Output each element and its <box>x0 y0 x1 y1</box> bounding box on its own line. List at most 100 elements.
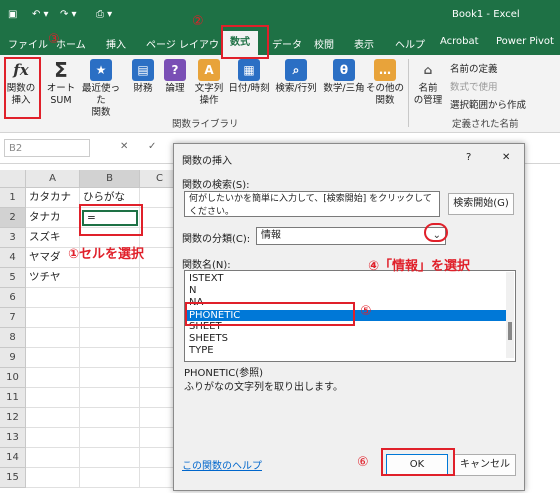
grid-cell[interactable] <box>26 308 80 328</box>
list-scrollbar[interactable] <box>506 272 514 358</box>
grid-cell[interactable] <box>26 468 80 488</box>
tab-power-pivot[interactable]: Power Pivot <box>496 36 554 47</box>
datetime-button[interactable]: ▦ 日付/時刻 <box>226 59 272 95</box>
grid-cell[interactable] <box>80 368 140 388</box>
row-header[interactable]: 3 <box>0 228 26 248</box>
grid-cell[interactable] <box>80 388 140 408</box>
row-header[interactable]: 14 <box>0 448 26 468</box>
grid-cell[interactable] <box>26 448 80 468</box>
grid-cell[interactable] <box>80 408 140 428</box>
row-header[interactable]: 2 <box>0 208 26 228</box>
row-header[interactable]: 15 <box>0 468 26 488</box>
search-input[interactable]: 何がしたいかを簡単に入力して、[検索開始] をクリックしてください。 <box>184 191 440 217</box>
grid-cell[interactable] <box>26 288 80 308</box>
tab-review[interactable]: 校閲 <box>314 36 334 51</box>
list-item[interactable]: ISTEXT <box>186 273 506 285</box>
annotation-6: ⑥ <box>357 455 369 470</box>
name-manager-button[interactable]: ⌂ 名前 の管理 <box>410 59 446 107</box>
grid-cell[interactable] <box>26 328 80 348</box>
tab-data[interactable]: データ <box>272 36 302 51</box>
sigma-icon: Σ <box>54 58 68 82</box>
row-header[interactable]: 9 <box>0 348 26 368</box>
tab-page-layout[interactable]: ページ レイアウト <box>146 36 229 51</box>
create-from-selection-button[interactable]: 選択範囲から作成 <box>450 97 526 111</box>
text-icon: A <box>198 59 220 81</box>
search-button[interactable]: 検索開始(G) <box>448 193 514 215</box>
text-functions-button[interactable]: A 文字列 操作 <box>192 59 226 107</box>
grid-cell[interactable] <box>80 328 140 348</box>
more-functions-button[interactable]: … その他の 関数 <box>366 59 404 107</box>
grid-cell[interactable] <box>26 368 80 388</box>
cell-a2[interactable]: タナカ <box>26 208 80 228</box>
grid-cell[interactable] <box>80 428 140 448</box>
tab-insert[interactable]: 挿入 <box>106 36 126 51</box>
grid-cell[interactable] <box>80 288 140 308</box>
grid-cell[interactable] <box>26 428 80 448</box>
category-select[interactable]: 情報 ⌄ <box>256 227 446 245</box>
math-button[interactable]: θ 数学/三角 <box>320 59 368 95</box>
column-header[interactable]: A <box>26 170 80 188</box>
grid-cell[interactable] <box>80 308 140 328</box>
financial-button[interactable]: ▤ 財務 <box>128 59 158 95</box>
annotation-2: ② <box>192 14 204 29</box>
question-icon: ? <box>164 59 186 81</box>
logical-button[interactable]: ? 論理 <box>162 59 188 95</box>
tab-view[interactable]: 表示 <box>354 36 374 51</box>
select-all-corner[interactable] <box>0 170 26 188</box>
tab-help[interactable]: ヘルプ <box>395 36 425 51</box>
help-link[interactable]: この関数のヘルプ <box>182 457 262 472</box>
row-header[interactable]: 6 <box>0 288 26 308</box>
row-header[interactable]: 5 <box>0 268 26 288</box>
close-icon[interactable]: ✕ <box>502 152 510 163</box>
recent-functions-button[interactable]: ★ 最近使った 関数 <box>78 59 124 119</box>
datetime-label: 日付/時刻 <box>228 83 270 94</box>
tab-file[interactable]: ファイル <box>8 36 48 51</box>
row-header[interactable]: 7 <box>0 308 26 328</box>
row-header[interactable]: 12 <box>0 408 26 428</box>
autosum-button[interactable]: Σ オート SUM <box>44 59 78 107</box>
tab-home[interactable]: ホーム <box>56 36 86 51</box>
annotation-box-insert-function <box>4 57 41 119</box>
cancel-icon[interactable]: ✕ <box>120 141 128 152</box>
annotation-5: ⑤ <box>360 304 372 319</box>
save-icon[interactable]: ▣ <box>8 9 17 20</box>
annotation-box-ok <box>381 448 455 476</box>
row-header[interactable]: 4 <box>0 248 26 268</box>
use-in-formula-button[interactable]: 数式で使用 <box>450 79 498 93</box>
define-name-button[interactable]: 名前の定義 <box>450 61 498 75</box>
row-header[interactable]: 8 <box>0 328 26 348</box>
grid-cell[interactable] <box>26 388 80 408</box>
lookup-button[interactable]: ⌕ 検索/行列 <box>272 59 320 95</box>
name-box[interactable]: B2 <box>4 139 90 157</box>
row-header[interactable]: 13 <box>0 428 26 448</box>
magnifier-icon: ⌕ <box>285 59 307 81</box>
column-header[interactable]: B <box>80 170 140 188</box>
list-item[interactable]: TYPE <box>186 345 506 357</box>
cancel-button[interactable]: キャンセル <box>454 454 516 476</box>
calendar-icon: ▦ <box>238 59 260 81</box>
grid-cell[interactable] <box>80 468 140 488</box>
print-preview-icon[interactable]: ⎙ ▾ <box>96 9 112 20</box>
enter-icon[interactable]: ✓ <box>148 141 156 152</box>
list-item[interactable]: SHEETS <box>186 333 506 345</box>
cell-a1[interactable]: カタカナ <box>26 188 80 208</box>
annotation-box-phonetic <box>185 302 355 326</box>
search-label: 関数の検索(S): <box>182 180 250 191</box>
help-icon[interactable]: ? <box>466 152 471 163</box>
function-description: ふりがなの文字列を取り出します。 <box>184 382 343 393</box>
row-header[interactable]: 11 <box>0 388 26 408</box>
redo-icon[interactable]: ↷ ▾ <box>60 9 77 20</box>
scrollbar-thumb[interactable] <box>508 322 512 340</box>
tab-acrobat[interactable]: Acrobat <box>440 36 479 47</box>
grid-cell[interactable] <box>80 448 140 468</box>
cell-a5[interactable]: ツチヤ <box>26 268 80 288</box>
grid-cell[interactable] <box>26 348 80 368</box>
row-header[interactable]: 10 <box>0 368 26 388</box>
row-header[interactable]: 1 <box>0 188 26 208</box>
undo-icon[interactable]: ↶ ▾ <box>32 9 49 20</box>
list-item[interactable]: N <box>186 285 506 297</box>
grid-cell[interactable] <box>80 268 140 288</box>
grid-cell[interactable] <box>80 348 140 368</box>
annotation-3: ③ <box>48 32 60 47</box>
grid-cell[interactable] <box>26 408 80 428</box>
